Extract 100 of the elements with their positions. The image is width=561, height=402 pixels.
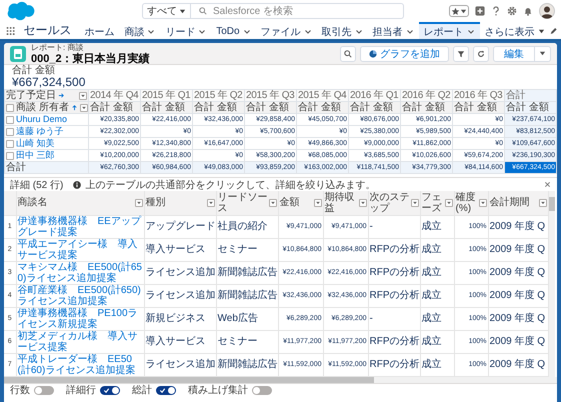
column-header: 合計 金額 — [140, 102, 192, 114]
search-scope-dropdown[interactable]: すべて — [142, 3, 191, 19]
pencil-icon[interactable] — [550, 26, 557, 34]
table-cell: 2009 年度 Q — [490, 267, 546, 278]
info-icon — [73, 180, 82, 188]
settings-icon[interactable] — [507, 6, 517, 16]
toggle-switch[interactable] — [156, 386, 176, 394]
toggle-label: 行数 — [10, 384, 30, 397]
add-chart-button[interactable]: グラフを追加 — [360, 46, 449, 62]
column-header: 合計 金額 — [192, 102, 244, 114]
column-menu-button[interactable] — [206, 198, 214, 207]
column-header: 次のステップ — [370, 192, 410, 214]
column-menu-button[interactable] — [80, 104, 88, 112]
nav-tab[interactable]: ファイル — [256, 22, 317, 39]
column-menu-button[interactable] — [444, 198, 452, 207]
checkbox[interactable] — [6, 152, 14, 160]
column-menu-button[interactable] — [134, 198, 142, 207]
table-cell: 2009 年度 Q — [490, 290, 546, 301]
table-cell: 新聞雑誌広告 — [218, 359, 278, 370]
summary-value: ¥667,324,500 — [12, 76, 86, 89]
column-menu-button[interactable] — [314, 198, 322, 207]
table-cell: 社員の紹介 — [218, 221, 268, 232]
table-cell: Web広告 — [218, 313, 258, 324]
table-cell: 成立 — [422, 313, 442, 324]
edit-button[interactable]: 編集 — [493, 46, 535, 62]
bell-icon[interactable] — [523, 6, 533, 16]
chevron-down-icon — [406, 28, 414, 36]
column-header: 合計 金額 — [400, 102, 452, 114]
table-cell: 導入サービス — [146, 244, 206, 255]
cloud-logo — [6, 1, 36, 21]
toggle-switch[interactable] — [252, 386, 272, 394]
column-menu-button[interactable] — [79, 92, 87, 100]
chevron-down-icon — [147, 28, 156, 36]
column-header: 2016 年 Q2 — [400, 90, 452, 102]
column-menu-button[interactable] — [358, 198, 366, 207]
table-cell: アップグレード — [146, 221, 216, 232]
checkbox[interactable] — [6, 116, 14, 124]
table-cell: - — [370, 221, 373, 232]
chevron-down-icon — [242, 28, 251, 36]
column-header: 2016 年 Q3 — [452, 90, 504, 102]
nav-tab[interactable]: レポート — [418, 22, 480, 39]
column-header: 2015 年 Q4 — [296, 90, 348, 102]
column-header: 期待収益 — [324, 192, 356, 214]
nav-tab[interactable]: 担当者 — [368, 22, 419, 39]
opportunity-link[interactable]: 平成エーアイシー様 導入サービス提案 — [18, 238, 142, 260]
caret-down-icon — [179, 8, 186, 14]
caret-down-icon — [136, 200, 142, 206]
column-header: 合計 — [504, 90, 556, 102]
refresh-button[interactable] — [473, 46, 489, 62]
table-cell: 2009 年度 Q — [490, 336, 546, 347]
table-cell: 成立 — [422, 244, 442, 255]
table-cell: ライセンス追加 — [146, 359, 216, 370]
caret-down-icon — [270, 200, 276, 206]
caret-down-icon — [446, 200, 452, 206]
column-header: 2015 年 Q1 — [140, 90, 192, 102]
column-header: 確度(%) — [456, 192, 476, 214]
help-icon[interactable] — [491, 6, 501, 16]
column-menu-button[interactable] — [410, 198, 418, 207]
column-menu-button[interactable] — [268, 198, 276, 207]
opportunity-link[interactable]: 初芝メディカル様 導入サービス提案 — [18, 330, 142, 352]
column-header: 合計 金額 — [244, 102, 296, 114]
app-launcher-icon[interactable] — [6, 26, 16, 36]
toggle-switch[interactable] — [34, 386, 54, 394]
checkbox[interactable] — [6, 104, 14, 112]
table-cell: 2009 年度 Q — [490, 359, 546, 370]
edit-menu-button[interactable] — [535, 46, 551, 62]
nav-tab[interactable]: リード — [160, 22, 212, 39]
nav-tab[interactable]: ToDo — [211, 22, 256, 39]
opportunity-link[interactable]: 平成トレーダー様 EE50(計60)ライセンス追加提案 — [18, 354, 142, 376]
table-cell: 新規ビジネス — [146, 313, 206, 324]
opportunity-link[interactable]: 谷町産業様 EE500(計650)ライセンス追加提案 — [18, 284, 142, 306]
table-cell: 2009 年度 Q — [490, 313, 546, 324]
checkbox[interactable] — [6, 128, 14, 136]
column-header: 種別 — [146, 197, 166, 208]
opportunity-link[interactable]: マキシマム様 EE500(計650)ライセンス追加提案 — [18, 262, 142, 284]
row-group-label: 商談 所有者 — [16, 102, 69, 113]
opportunity-link[interactable]: 伊達事務機器様 PE100ライセンス新規提案 — [18, 308, 142, 330]
nav-tab[interactable]: ホーム — [79, 22, 120, 39]
checkbox[interactable] — [6, 140, 14, 148]
column-header: 2015 年 Q3 — [244, 90, 296, 102]
column-header: 合計 金額 — [504, 102, 556, 114]
opportunity-link[interactable]: 伊達事務機器様 EEアップグレード提案 — [18, 216, 142, 238]
search-button[interactable] — [340, 46, 356, 62]
plus-icon[interactable] — [475, 6, 485, 16]
nav-tab[interactable]: さらに表示 — [480, 22, 550, 39]
nav-tab[interactable]: 商談 — [119, 22, 160, 39]
nav-tab[interactable]: 取引先 — [316, 22, 368, 39]
favorites-button[interactable] — [449, 5, 469, 17]
toggle-switch[interactable] — [100, 386, 120, 394]
caret-down-icon — [360, 200, 366, 206]
table-cell: 成立 — [422, 221, 442, 232]
chevron-down-icon — [304, 28, 312, 36]
filter-button[interactable] — [453, 46, 469, 62]
table-cell: 成立 — [422, 290, 442, 301]
column-menu-button[interactable] — [478, 198, 486, 207]
close-icon[interactable] — [544, 181, 551, 188]
table-cell: ライセンス追加 — [146, 290, 216, 301]
avatar[interactable] — [539, 3, 555, 19]
search-field[interactable]: Salesforce を検索 — [191, 3, 404, 19]
column-menu-button[interactable] — [538, 198, 546, 207]
